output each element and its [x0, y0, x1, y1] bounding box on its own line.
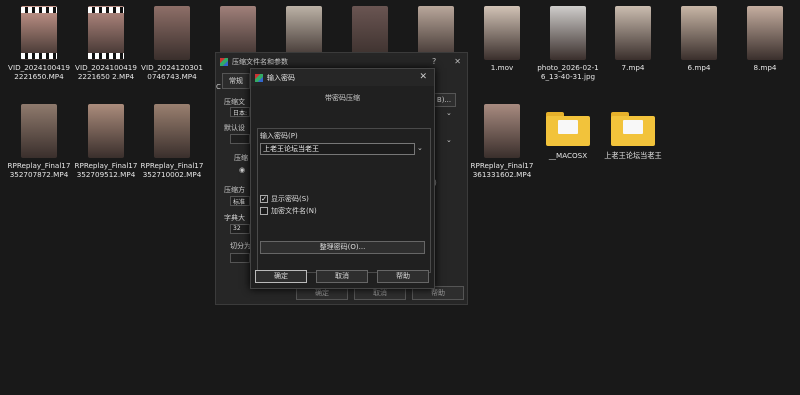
file-name: VID_20241004192221650 2.MP4: [75, 63, 137, 81]
file-tile[interactable]: RPReplay_Final17352710002.MP4: [140, 104, 204, 179]
file-name: 7.mp4: [621, 63, 645, 72]
image-thumbnail: [550, 6, 586, 60]
folder-tile[interactable]: __MACOSX: [536, 104, 600, 161]
method-label: 压缩方: [224, 186, 245, 194]
winrar-icon: [220, 58, 228, 66]
encrypt-names-checkbox[interactable]: 加密文件名(N): [260, 206, 317, 216]
file-name: __MACOSX: [548, 151, 588, 160]
chevron-down-icon[interactable]: ⌄: [417, 144, 423, 152]
password-dialog-title: 输入密码: [267, 73, 295, 82]
folder-icon: [611, 112, 655, 148]
file-name: RPReplay_Final17352709512.MP4: [74, 161, 138, 179]
archive-dialog-window-buttons: ? ✕: [432, 57, 461, 66]
file-name: 1.mov: [490, 63, 514, 72]
file-tile[interactable]: 1.mov: [470, 6, 534, 73]
file-tile[interactable]: 8.mp4: [733, 6, 797, 73]
video-thumbnail: [21, 6, 57, 60]
close-icon[interactable]: ✕: [419, 72, 427, 82]
file-name: VID_20241004192221650.MP4: [8, 63, 70, 81]
encrypt-names-label: 加密文件名(N): [271, 207, 317, 215]
chevron-down-icon[interactable]: ⌄: [446, 136, 452, 144]
password-input[interactable]: 上老王论坛当老王: [260, 143, 415, 155]
tab-general[interactable]: 常规: [222, 73, 250, 89]
image-thumbnail: [21, 104, 57, 158]
close-icon[interactable]: ✕: [454, 57, 461, 66]
archive-dialog-tabs: 常规: [222, 73, 250, 89]
split-field[interactable]: [230, 253, 250, 263]
file-tile[interactable]: RPReplay_Final17352707872.MP4: [7, 104, 71, 179]
file-tile[interactable]: RPReplay_Final17352709512.MP4: [74, 104, 138, 179]
image-thumbnail: [88, 104, 124, 158]
dictionary-select[interactable]: 32: [230, 224, 250, 234]
partial-text: C: [216, 83, 221, 91]
checkbox-unchecked-icon[interactable]: [260, 207, 268, 215]
password-cancel-button[interactable]: 取消: [316, 270, 368, 283]
archive-name-label: 压缩文: [224, 98, 245, 106]
help-icon[interactable]: ?: [432, 57, 436, 66]
file-name: 6.mp4: [687, 63, 711, 72]
checkbox-checked-icon[interactable]: ✓: [260, 195, 268, 203]
password-help-button[interactable]: 帮助: [377, 270, 429, 283]
folder-tile[interactable]: 上老王论坛当老王: [601, 104, 665, 161]
radio-icon[interactable]: ◉: [239, 166, 245, 174]
file-tile[interactable]: VID_20241004192221650.MP4: [7, 6, 71, 81]
image-thumbnail: [747, 6, 783, 60]
password-dialog-titlebar[interactable]: 输入密码: [251, 69, 434, 86]
image-thumbnail: [615, 6, 651, 60]
default-profile-label: 默认设: [224, 124, 245, 132]
file-tile[interactable]: VID_20241004192221650 2.MP4: [74, 6, 138, 81]
dictionary-label: 字典大: [224, 214, 245, 222]
image-thumbnail: [154, 6, 190, 60]
image-thumbnail: [484, 104, 520, 158]
split-label: 切分为: [230, 242, 251, 250]
folder-icon: [546, 112, 590, 148]
video-thumbnail: [88, 6, 124, 60]
file-name: VID_20241203010746743.MP4: [141, 63, 203, 81]
format-label: 压缩: [234, 154, 248, 162]
file-name: 上老王论坛当老王: [604, 151, 662, 160]
file-tile[interactable]: 7.mp4: [601, 6, 665, 73]
show-password-label: 显示密码(S): [271, 195, 309, 203]
password-group-label: 输入密码(P): [260, 132, 298, 140]
file-name: 8.mp4: [753, 63, 777, 72]
winrar-icon: [255, 73, 263, 82]
file-tile[interactable]: RPReplay_Final17361331602.MP4: [470, 104, 534, 179]
browse-button[interactable]: B)...: [432, 93, 456, 107]
archive-name-field[interactable]: 日本:: [230, 107, 250, 117]
show-password-checkbox[interactable]: ✓ 显示密码(S): [260, 194, 309, 204]
archive-dialog-title: 压缩文件名和参数: [232, 58, 288, 66]
image-thumbnail: [154, 104, 190, 158]
password-dialog: 输入密码 ✕ 带密码压缩 输入密码(P) 上老王论坛当老王 ⌄ ✓ 显示密码(S…: [250, 68, 435, 289]
password-ok-button[interactable]: 确定: [255, 270, 307, 283]
password-dialog-subtitle: 带密码压缩: [325, 94, 360, 102]
method-select[interactable]: 标准: [230, 196, 250, 206]
chevron-down-icon[interactable]: ⌄: [446, 109, 452, 117]
file-name: RPReplay_Final17361331602.MP4: [470, 161, 534, 179]
file-name: RPReplay_Final17352710002.MP4: [140, 161, 204, 179]
file-tile[interactable]: VID_20241203010746743.MP4: [140, 6, 204, 81]
file-tile[interactable]: photo_2026-02-16_13-40-31.jpg: [536, 6, 600, 81]
file-tile[interactable]: 6.mp4: [667, 6, 731, 73]
image-thumbnail: [484, 6, 520, 60]
default-profile-field[interactable]: [230, 134, 250, 144]
manage-passwords-button[interactable]: 整理密码(O)...: [260, 241, 425, 254]
file-name: photo_2026-02-16_13-40-31.jpg: [537, 63, 599, 81]
image-thumbnail: [681, 6, 717, 60]
file-name: RPReplay_Final17352707872.MP4: [7, 161, 71, 179]
